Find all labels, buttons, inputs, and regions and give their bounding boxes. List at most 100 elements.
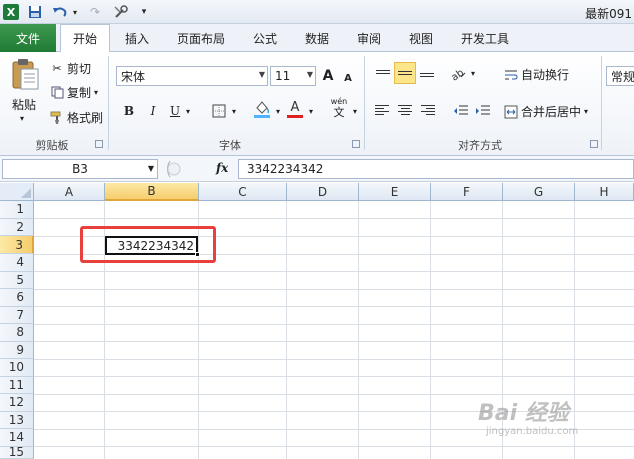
merge-center-button[interactable]: 合并后居中 ▾ (504, 103, 588, 120)
group-divider (601, 56, 602, 150)
select-all-corner[interactable] (0, 183, 34, 201)
gridline (34, 306, 634, 307)
undo-dropdown-icon[interactable]: ▾ (70, 3, 80, 21)
paste-button[interactable]: 粘贴 (12, 96, 36, 113)
wrap-text-button[interactable]: 自动换行 (504, 66, 569, 83)
row-header-1[interactable]: 1 (0, 201, 34, 219)
row-header-3[interactable]: 3 (0, 236, 34, 254)
merge-cells-icon (504, 105, 518, 119)
font-launcher-icon[interactable] (352, 140, 360, 148)
tab-developer[interactable]: 开发工具 (448, 24, 522, 52)
cut-button[interactable]: ✂ 剪切 (50, 60, 91, 77)
customize-tools-icon[interactable] (110, 3, 132, 21)
row-header-12[interactable]: 12 (0, 394, 34, 412)
tab-view[interactable]: 视图 (396, 24, 446, 52)
formula-bar-splitter[interactable] (164, 159, 208, 179)
column-header-f[interactable]: F (431, 183, 503, 201)
tab-home[interactable]: 开始 (60, 24, 110, 53)
row-header-15[interactable]: 15 (0, 445, 34, 459)
align-right-icon[interactable] (416, 99, 438, 121)
tab-insert[interactable]: 插入 (112, 24, 162, 52)
align-left-icon[interactable] (372, 99, 394, 121)
grow-font-button[interactable]: A (320, 66, 336, 86)
align-bottom-icon[interactable] (416, 62, 438, 84)
row-header-8[interactable]: 8 (0, 324, 34, 342)
row-header-7[interactable]: 7 (0, 306, 34, 324)
formula-input[interactable]: 3342234342 (238, 159, 634, 179)
align-middle-icon[interactable] (394, 62, 416, 84)
underline-dropdown-icon[interactable]: ▾ (183, 101, 193, 121)
copy-icon (50, 86, 64, 100)
chevron-down-icon: ▼ (258, 70, 265, 79)
clipboard-launcher-icon[interactable] (95, 140, 103, 148)
decrease-indent-icon[interactable] (452, 101, 470, 121)
ribbon: 粘贴 ▾ ✂ 剪切 复制 ▾ 格式刷 剪贴板 宋体 ▼ 11 ▼ A A B I… (0, 52, 634, 156)
name-box[interactable]: B3 ▼ (2, 159, 158, 179)
row-header-13[interactable]: 13 (0, 411, 34, 429)
column-header-e[interactable]: E (359, 183, 431, 201)
row-header-6[interactable]: 6 (0, 289, 34, 307)
shrink-font-button[interactable]: A (340, 68, 356, 88)
paste-dropdown-icon[interactable]: ▾ (20, 114, 24, 123)
gridline (34, 376, 634, 377)
row-header-5[interactable]: 5 (0, 271, 34, 289)
format-painter-button[interactable]: 格式刷 (50, 109, 103, 126)
row-header-10[interactable]: 10 (0, 359, 34, 377)
wrap-text-label: 自动换行 (521, 68, 570, 82)
gridline (34, 218, 634, 219)
fill-color-icon[interactable] (252, 99, 272, 119)
row-header-9[interactable]: 9 (0, 341, 34, 359)
bold-button[interactable]: B (120, 101, 138, 121)
row-header-14[interactable]: 14 (0, 429, 34, 447)
orientation-icon[interactable]: ab (448, 63, 468, 83)
tab-file[interactable]: 文件 (0, 24, 56, 52)
orientation-dropdown-icon[interactable]: ▾ (468, 63, 478, 83)
group-divider (364, 56, 365, 150)
paste-icon[interactable] (10, 58, 40, 92)
undo-icon[interactable] (48, 3, 72, 21)
fx-icon[interactable]: fx (216, 161, 228, 175)
row-header-11[interactable]: 11 (0, 376, 34, 394)
cut-label: 剪切 (67, 62, 92, 76)
copy-label: 复制 (67, 86, 92, 100)
font-color-dropdown-icon[interactable]: ▾ (306, 101, 316, 121)
column-header-g[interactable]: G (503, 183, 575, 201)
phonetic-dropdown-icon[interactable]: ▾ (350, 101, 360, 121)
fill-color-dropdown-icon[interactable]: ▾ (273, 101, 283, 121)
tab-page-layout[interactable]: 页面布局 (166, 24, 236, 52)
customize-dropdown-icon[interactable]: ▾ (138, 3, 150, 21)
column-header-c[interactable]: C (199, 183, 287, 201)
font-name-combo[interactable]: 宋体 ▼ (116, 66, 268, 86)
window-title: 最新091 (585, 7, 632, 21)
increase-indent-icon[interactable] (474, 101, 492, 121)
border-icon[interactable] (210, 101, 228, 121)
align-center-icon[interactable] (394, 99, 416, 121)
number-format-combo[interactable]: 常规 (606, 66, 634, 86)
border-dropdown-icon[interactable]: ▾ (229, 101, 239, 121)
gridline (286, 201, 287, 459)
font-color-button[interactable]: A (285, 99, 305, 119)
column-header-d[interactable]: D (287, 183, 359, 201)
font-color-swatch (287, 114, 303, 118)
align-top-icon[interactable] (372, 62, 394, 84)
column-header-b[interactable]: B (105, 183, 199, 201)
save-icon[interactable] (26, 3, 44, 21)
row-header-4[interactable]: 4 (0, 254, 34, 272)
font-name-value: 宋体 (121, 69, 146, 84)
column-header-h[interactable]: H (575, 183, 634, 201)
redo-icon[interactable]: ↷ (84, 3, 106, 21)
copy-button[interactable]: 复制 ▾ (50, 84, 98, 101)
font-size-combo[interactable]: 11 ▼ (270, 66, 316, 86)
italic-button[interactable]: I (144, 101, 162, 121)
group-divider (108, 56, 109, 150)
tab-formulas[interactable]: 公式 (240, 24, 290, 52)
row-header-2[interactable]: 2 (0, 218, 34, 236)
column-header-a[interactable]: A (34, 183, 105, 201)
alignment-launcher-icon[interactable] (590, 140, 598, 148)
tab-data[interactable]: 数据 (292, 24, 342, 52)
tab-review[interactable]: 审阅 (344, 24, 394, 52)
phonetic-button[interactable]: wén 文 (327, 97, 351, 119)
wrap-text-icon (504, 68, 518, 82)
phonetic-char: 文 (333, 106, 345, 119)
underline-button[interactable]: U (168, 101, 182, 121)
